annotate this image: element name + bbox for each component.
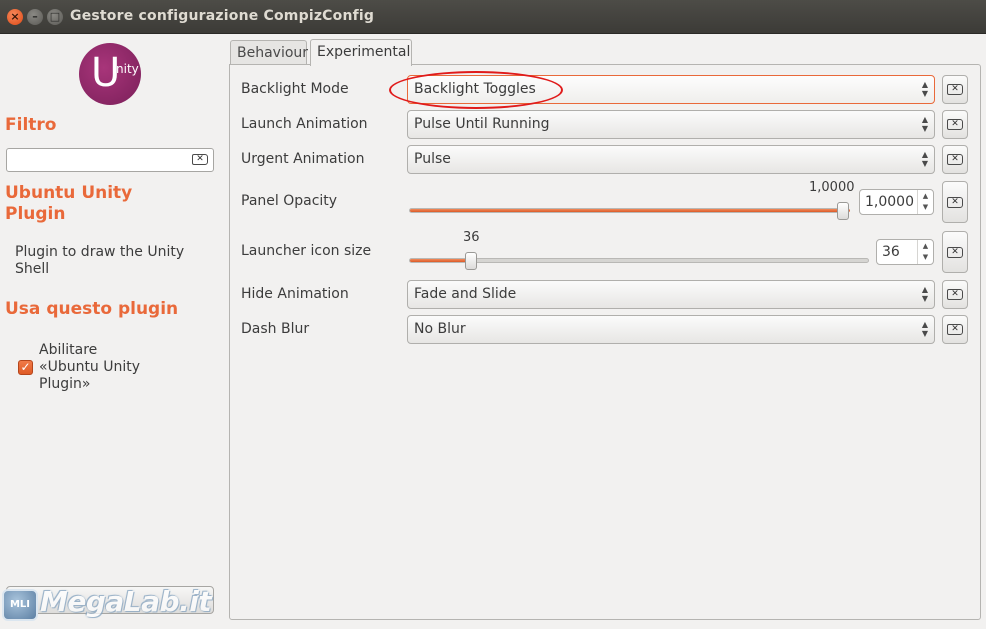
combo-arrows-icon: ▲ ▼ xyxy=(921,285,928,303)
enable-plugin-checkbox[interactable]: ✓ xyxy=(18,360,33,375)
clear-filter-icon[interactable]: ✕ xyxy=(192,154,208,165)
watermark: MLI MegaLab.it xyxy=(0,575,212,629)
reset-panel-opacity-button[interactable]: ✕ xyxy=(942,181,968,223)
launch-animation-label: Launch Animation xyxy=(241,116,368,132)
combo-arrows-icon: ▲ ▼ xyxy=(921,115,928,133)
filter-heading: Filtro xyxy=(5,115,57,135)
dash-blur-select[interactable]: No Blur ▲ ▼ xyxy=(407,315,935,344)
urgent-animation-label: Urgent Animation xyxy=(241,151,365,167)
reset-icon: ✕ xyxy=(947,324,963,335)
combo-arrows-icon: ▲ ▼ xyxy=(921,320,928,338)
watermark-text: MegaLab.it xyxy=(40,585,212,618)
panel-opacity-label: Panel Opacity xyxy=(241,193,338,209)
close-window-button[interactable]: × xyxy=(7,9,23,25)
panel-opacity-spin-value: 1,0000 xyxy=(865,194,914,210)
filter-input[interactable]: ✕ xyxy=(6,148,214,172)
maximize-window-button[interactable]: □ xyxy=(47,9,63,25)
hide-animation-label: Hide Animation xyxy=(241,286,349,302)
urgent-animation-value: Pulse xyxy=(414,151,451,167)
combo-arrows-icon: ▲ ▼ xyxy=(921,150,928,168)
reset-icon: ✕ xyxy=(947,84,963,95)
spin-arrows-icon[interactable]: ▲ ▼ xyxy=(917,240,933,264)
reset-hide-animation-button[interactable]: ✕ xyxy=(942,280,968,309)
panel-opacity-slider[interactable] xyxy=(409,208,850,213)
logo-suffix: nity xyxy=(116,62,139,76)
launcher-icon-size-slider-handle[interactable] xyxy=(465,252,477,270)
reset-backlight-mode-button[interactable]: ✕ xyxy=(942,75,968,104)
tab-behaviour[interactable]: Behaviour xyxy=(230,40,308,65)
reset-dash-blur-button[interactable]: ✕ xyxy=(942,315,968,344)
combo-arrows-icon: ▲ ▼ xyxy=(921,80,928,98)
launcher-icon-size-spin-value: 36 xyxy=(882,244,900,260)
panel-opacity-slider-value: 1,0000 xyxy=(809,180,855,195)
plugin-title: Ubuntu Unity Plugin xyxy=(5,183,133,224)
urgent-animation-select[interactable]: Pulse ▲ ▼ xyxy=(407,145,935,174)
launcher-icon-size-slider[interactable] xyxy=(409,258,869,263)
watermark-badge-icon: MLI xyxy=(2,589,38,621)
panel-opacity-slider-handle[interactable] xyxy=(837,202,849,220)
plugin-description: Plugin to draw the Unity Shell xyxy=(15,244,185,277)
reset-icon: ✕ xyxy=(947,119,963,130)
launcher-icon-size-fill xyxy=(410,259,472,262)
reset-icon: ✕ xyxy=(947,247,963,258)
enable-plugin-label: Abilitare «Ubuntu Unity Plugin» xyxy=(39,342,141,392)
reset-launch-animation-button[interactable]: ✕ xyxy=(942,110,968,139)
panel-opacity-spinbox[interactable]: 1,0000 ▲ ▼ xyxy=(859,189,934,215)
launcher-icon-size-slider-value: 36 xyxy=(463,230,480,245)
tab-experimental[interactable]: Experimental xyxy=(310,39,412,66)
launcher-icon-size-label: Launcher icon size xyxy=(241,243,372,259)
launch-animation-select[interactable]: Pulse Until Running ▲ ▼ xyxy=(407,110,935,139)
launch-animation-value: Pulse Until Running xyxy=(414,116,550,132)
minimize-window-button[interactable]: – xyxy=(27,9,43,25)
backlight-mode-label: Backlight Mode xyxy=(241,81,349,97)
hide-animation-value: Fade and Slide xyxy=(414,286,517,302)
sidebar: U nity Filtro ✕ Ubuntu Unity Plugin Plug… xyxy=(0,34,224,629)
window-title: Gestore configurazione CompizConfig xyxy=(70,8,375,24)
reset-launcher-icon-size-button[interactable]: ✕ xyxy=(942,231,968,273)
spin-arrows-icon[interactable]: ▲ ▼ xyxy=(917,190,933,214)
dash-blur-label: Dash Blur xyxy=(241,321,310,337)
reset-icon: ✕ xyxy=(947,197,963,208)
use-plugin-heading: Usa questo plugin xyxy=(5,299,179,319)
launcher-icon-size-spinbox[interactable]: 36 ▲ ▼ xyxy=(876,239,934,265)
annotation-circle xyxy=(389,71,563,109)
dash-blur-value: No Blur xyxy=(414,321,466,337)
hide-animation-select[interactable]: Fade and Slide ▲ ▼ xyxy=(407,280,935,309)
reset-urgent-animation-button[interactable]: ✕ xyxy=(942,145,968,174)
unity-logo-icon: U nity xyxy=(79,43,141,105)
reset-icon: ✕ xyxy=(947,154,963,165)
panel-opacity-fill xyxy=(410,209,850,212)
reset-icon: ✕ xyxy=(947,289,963,300)
title-bar: × – □ Gestore configurazione CompizConfi… xyxy=(0,0,986,34)
